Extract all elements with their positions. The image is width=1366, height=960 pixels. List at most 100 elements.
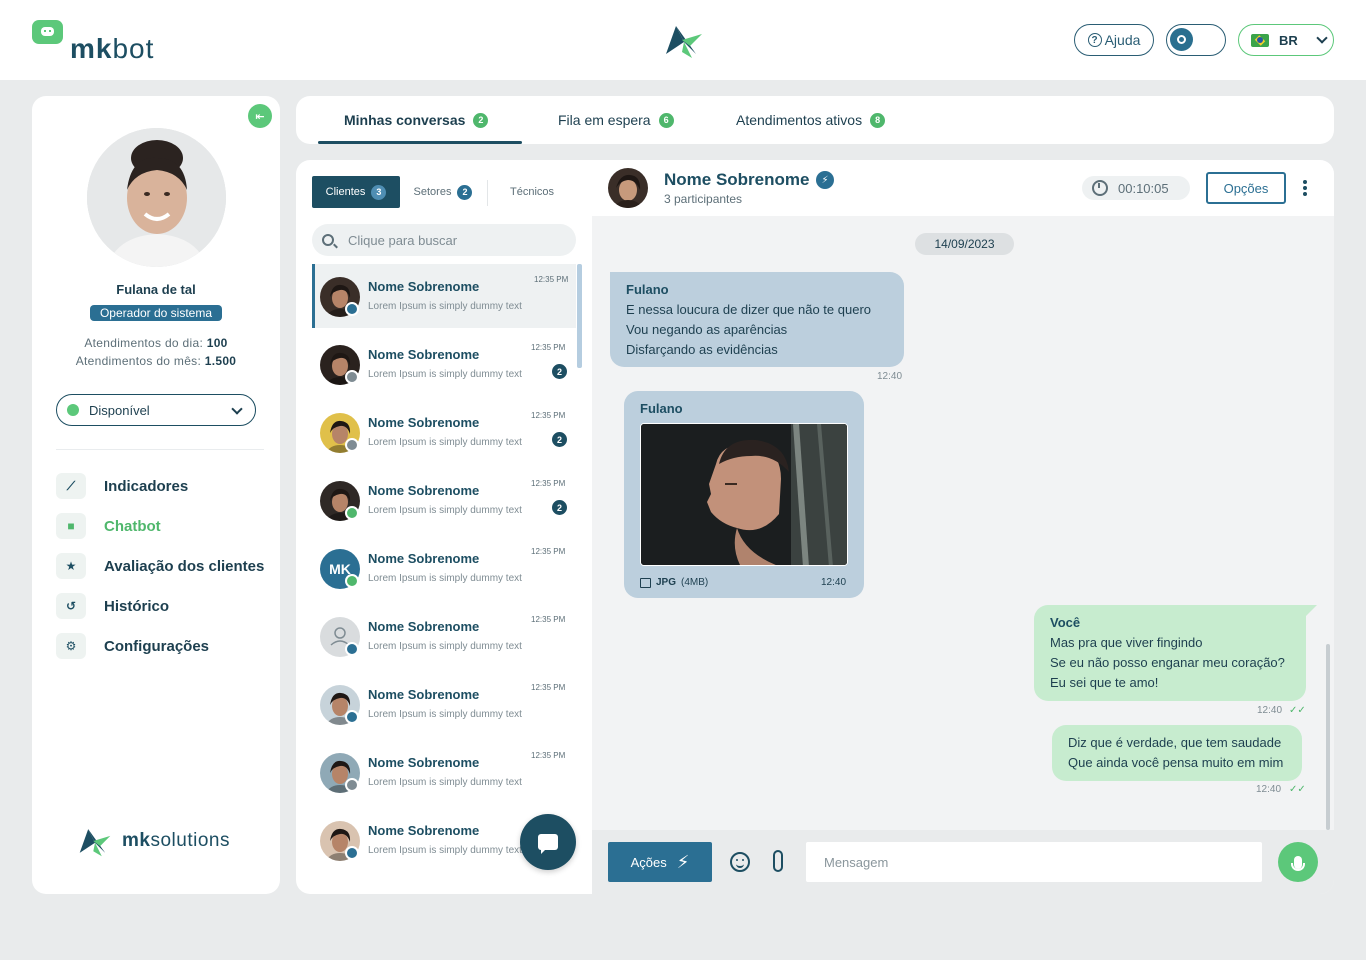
message-time: 12:35 PM: [531, 479, 566, 488]
nav-label: Configurações: [104, 637, 210, 655]
mk-symbol-icon: [79, 829, 111, 857]
subtab-tecnicos[interactable]: Técnicos: [492, 176, 572, 208]
nav-item-avaliacao[interactable]: ★ Avaliação dos clientes: [56, 552, 276, 580]
divider: [487, 180, 488, 206]
profile-name: Fulana de tal: [116, 282, 196, 297]
question-icon: ?: [1087, 33, 1102, 47]
chat-scrollbar[interactable]: [1326, 644, 1330, 830]
help-label: Ajuda: [1104, 32, 1141, 48]
status-select[interactable]: Disponível: [56, 394, 256, 426]
new-conversation-button[interactable]: [520, 814, 576, 870]
contact-name: Nome Sobrenome: [368, 755, 480, 770]
count-badge: 8: [870, 112, 886, 128]
count-badge: 2: [457, 184, 473, 200]
message-preview: Lorem Ipsum is simply dummy text: [368, 641, 522, 652]
message-photo[interactable]: [640, 423, 848, 566]
gear-icon: ⚙: [56, 633, 86, 659]
message-time: 12:35 PM: [531, 751, 566, 760]
conversation-item[interactable]: Nome Sobrenome Lorem Ipsum is simply dumm…: [312, 468, 576, 532]
chevron-down-icon: [231, 403, 243, 415]
message-time: 12:35 PM: [531, 343, 566, 352]
unread-badge: 2: [552, 364, 567, 379]
conversation-tabs: Minhas conversas 2 Fila em espera 6 Atendi…: [296, 96, 1334, 144]
subtab-clientes[interactable]: Clientes 3: [312, 176, 400, 208]
history-icon: ↺: [56, 593, 86, 619]
search-icon: [322, 234, 334, 246]
options-button[interactable]: Opções: [1206, 172, 1286, 204]
message-time: 12:40: [1256, 784, 1282, 795]
message-bubble-incoming[interactable]: Fulano E nessa loucura de dizer que não …: [610, 272, 904, 367]
nav-item-indicadores[interactable]: ⟋ Indicadores: [56, 472, 276, 500]
message-bubble-outgoing[interactable]: Você Mas pra que viver fingindo Se eu nã…: [1034, 605, 1306, 701]
contact-name: Nome Sobrenome: [368, 619, 480, 634]
language-select[interactable]: BR: [1238, 24, 1334, 56]
file-meta: JPG (4MB): [640, 573, 708, 593]
theme-toggle[interactable]: [1166, 24, 1226, 56]
messenger-icon: [345, 710, 359, 724]
contact-name: Nome Sobrenome: [368, 823, 480, 838]
conversation-item[interactable]: Nome Sobrenome Lorem Ipsum is simply dumm…: [312, 400, 576, 464]
emoji-icon[interactable]: [730, 852, 750, 872]
profile-avatar[interactable]: [87, 128, 226, 267]
nav-item-historico[interactable]: ↺ Histórico: [56, 592, 276, 620]
conversation-item[interactable]: Nome Sobrenome Lorem Ipsum is simply dumm…: [312, 264, 576, 328]
nav-label: Chatbot: [104, 517, 161, 535]
message-bubble-outgoing[interactable]: Diz que é verdade, que tem saudade Que a…: [1052, 725, 1302, 781]
chevron-down-icon: [1316, 32, 1328, 44]
message-composer: Ações ⚡: [592, 830, 1334, 894]
conversation-timer: 00:10:05: [1082, 176, 1190, 200]
collapse-sidebar-button[interactable]: ⇤: [248, 104, 272, 128]
sidebar: ⇤ Fulana de tal Operador do sistema Aten…: [32, 96, 280, 894]
conversation-item[interactable]: Nome Sobrenome Lorem Ipsum is simply dumm…: [312, 604, 576, 668]
contact-name: Nome Sobrenome: [368, 279, 480, 294]
list-scrollbar[interactable]: [577, 264, 582, 368]
contact-name: Nome Sobrenome: [368, 687, 480, 702]
nav-label: Avaliação dos clientes: [104, 557, 265, 575]
message-bubble-image[interactable]: Fulano JPG (4MB) 12:40: [624, 391, 864, 598]
chat-icon: [538, 834, 558, 854]
chat-avatar[interactable]: [608, 168, 648, 208]
conversation-item[interactable]: MK Nome Sobrenome Lorem Ipsum is simply du…: [312, 536, 576, 600]
message-time: 12:40: [821, 577, 847, 588]
conversation-item[interactable]: Nome Sobrenome Lorem Ipsum is simply dumm…: [312, 740, 576, 804]
tab-minhas-conversas[interactable]: Minhas conversas 2: [344, 96, 489, 144]
conversation-item[interactable]: Nome Sobrenome Lorem Ipsum is simply dumm…: [312, 672, 576, 736]
message-time: 12:35 PM: [531, 411, 566, 420]
more-vertical-icon[interactable]: [1303, 180, 1307, 196]
help-button[interactable]: ? Ajuda: [1074, 24, 1154, 56]
messenger-icon: [345, 642, 359, 656]
attachment-icon[interactable]: [773, 850, 783, 872]
unread-badge: 2: [552, 432, 567, 447]
chat-panel: Nome Sobrenome ⚡ 3 participantes 00:10:0…: [592, 160, 1334, 894]
actions-button[interactable]: Ações ⚡: [608, 842, 712, 882]
count-badge: 3: [371, 184, 387, 200]
conversation-list-panel: Clientes 3 Setores 2 Técnicos Clique para …: [296, 160, 592, 894]
role-badge: Operador do sistema: [90, 305, 222, 321]
tab-atendimentos-ativos[interactable]: Atendimentos ativos 8: [736, 96, 886, 144]
mkbot-logo[interactable]: mkbot: [32, 20, 154, 64]
message-input[interactable]: [806, 842, 1262, 882]
star-icon: ★: [56, 553, 86, 579]
bubble-tail: [1305, 605, 1317, 617]
tab-fila-em-espera[interactable]: Fila em espera 6: [558, 96, 674, 144]
search-input[interactable]: Clique para buscar: [312, 224, 576, 256]
read-receipt-icon: ✓✓: [1289, 784, 1306, 795]
nav-item-configuracoes[interactable]: ⚙ Configurações: [56, 632, 276, 660]
conversation-item[interactable]: Nome Sobrenome Lorem Ipsum is simply dumm…: [312, 332, 576, 396]
message-time: 12:40: [877, 371, 903, 382]
messenger-icon: [345, 846, 359, 860]
chart-icon: ⟋: [56, 473, 86, 499]
nav-item-chatbot[interactable]: ■ Chatbot: [56, 512, 276, 540]
count-badge: 2: [473, 112, 489, 128]
chat-contact-name: Nome Sobrenome: [664, 170, 810, 189]
subtab-setores[interactable]: Setores 2: [404, 176, 482, 208]
message-time: 12:35 PM: [531, 547, 566, 556]
instagram-icon: [345, 370, 359, 384]
mksolutions-logo: mksolutions: [78, 824, 230, 858]
logo-text: mkbot: [70, 33, 155, 64]
brazil-flag-icon: [1251, 33, 1269, 47]
messenger-icon: [345, 302, 359, 316]
read-receipt-icon: ✓✓: [1289, 705, 1306, 716]
microphone-button[interactable]: [1278, 842, 1318, 882]
divider: [56, 449, 264, 450]
